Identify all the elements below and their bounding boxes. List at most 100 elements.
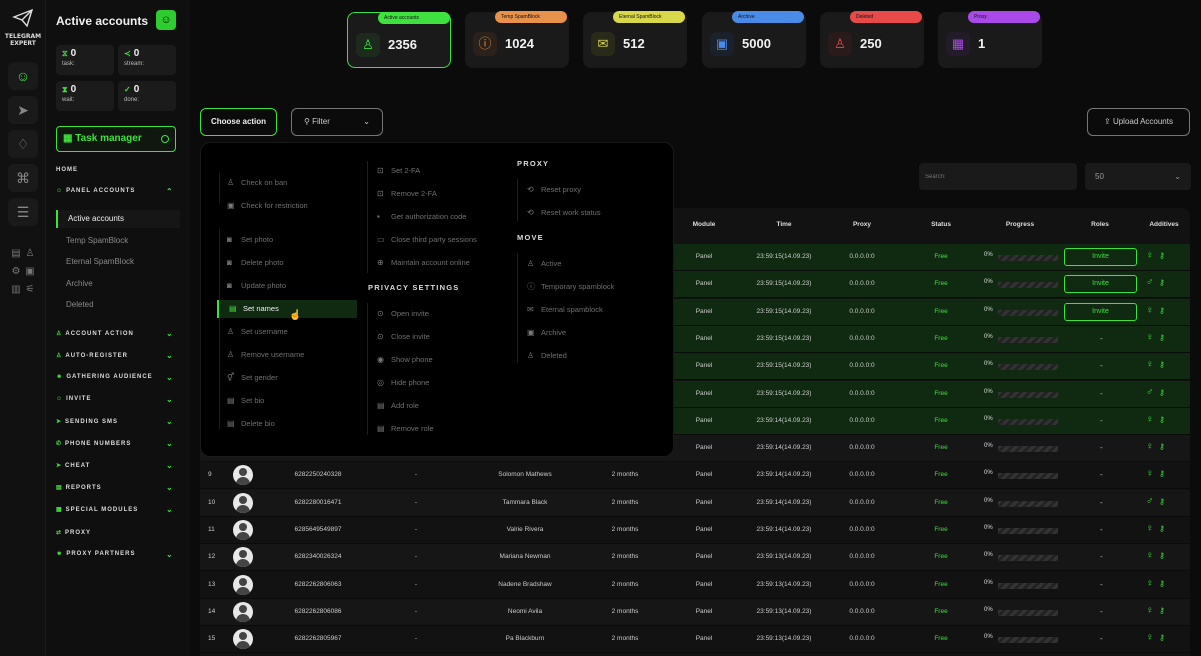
female-icon[interactable]: ♀ <box>1146 250 1154 261</box>
nav-auto-register[interactable]: ♙ AUTO-REGISTER ⌄ <box>56 351 173 360</box>
subnav-archive[interactable]: Archive <box>56 275 180 293</box>
key-icon[interactable]: ⚷ <box>1159 442 1165 451</box>
menu-remove-username[interactable]: ♙ Remove username <box>227 346 304 364</box>
table-row[interactable]: 13 6282262806063 - Nadene Bradshaw 2 months P… <box>200 572 1190 599</box>
nav-gathering-audience[interactable]: ☻ GATHERING AUDIENCE ⌄ <box>56 373 173 382</box>
key-icon[interactable]: ⚷ <box>1159 360 1165 369</box>
table-row[interactable]: 10 6282280016471 - Tammara Black 2 months Pan… <box>200 489 1190 517</box>
menu-show-phone[interactable]: ◉ Show phone <box>377 351 433 369</box>
account-icon-button[interactable]: ☺ <box>156 10 176 30</box>
female-icon[interactable]: ♀ <box>1146 305 1154 316</box>
subnav-temp-spamblock[interactable]: Temp SpamBlock <box>56 232 180 250</box>
menu-set-names[interactable]: ▤ Set names <box>217 300 357 318</box>
menu-close-sessions[interactable]: ▭ Close third party sessions <box>377 231 477 249</box>
nav-cheat[interactable]: ➤ CHEAT ⌄ <box>56 461 173 470</box>
card-temp-spamblock[interactable]: Temp SpamBlock ⓘ 1024 <box>465 11 569 68</box>
key-icon[interactable]: ⚷ <box>1159 278 1165 287</box>
female-icon[interactable]: ♀ <box>1146 359 1154 370</box>
filter-mini-icon[interactable]: ⚟ <box>24 284 36 296</box>
menu-maintain-online[interactable]: ⊕ Maintain account online <box>377 254 470 272</box>
task-manager-button[interactable]: ▦ Task manager <box>56 126 176 152</box>
female-icon[interactable]: ♀ <box>1146 550 1154 561</box>
key-icon[interactable]: ⚷ <box>1159 333 1165 342</box>
per-page-select[interactable]: 50 ⌄ <box>1085 163 1191 190</box>
card-deleted[interactable]: Deleted ♙ 250 <box>820 11 924 68</box>
key-icon[interactable]: ⚷ <box>1159 524 1165 533</box>
menu-move-eternal-spamblock[interactable]: ✉ Eternal spamblock <box>527 301 603 319</box>
female-icon[interactable]: ♀ <box>1146 441 1154 452</box>
key-icon[interactable]: ⚷ <box>1159 251 1165 260</box>
user-mini-icon[interactable]: ♙ <box>24 248 36 260</box>
male-icon[interactable]: ♂ <box>1146 496 1154 507</box>
female-icon[interactable]: ♀ <box>1146 578 1154 589</box>
menu-delete-bio[interactable]: ▤ Delete bio <box>227 415 275 433</box>
table-row[interactable]: 15 6282262805967 - Pa Blackburn 2 months Pane… <box>200 626 1190 654</box>
nav-special-modules[interactable]: ▦ SPECIAL MODULES ⌄ <box>56 505 173 514</box>
send-nav-icon[interactable]: ➤ <box>8 96 38 124</box>
key-icon[interactable]: ⚷ <box>1159 469 1165 478</box>
card-archive[interactable]: Archive ▣ 5000 <box>702 11 806 68</box>
nav-home[interactable]: HOME <box>56 167 78 173</box>
command-nav-icon[interactable]: ⌘ <box>8 164 38 192</box>
female-icon[interactable]: ♀ <box>1146 332 1154 343</box>
card-active-accounts[interactable]: Active accounts ♙ 2356 <box>347 12 451 68</box>
nav-account-action[interactable]: ♙ ACCOUNT ACTION ⌄ <box>56 329 173 338</box>
key-icon[interactable]: ⚷ <box>1159 606 1165 615</box>
menu-hide-phone[interactable]: ◎ Hide phone <box>377 374 429 392</box>
menu-open-invite[interactable]: ⊙ Open invite <box>377 305 429 323</box>
invite-role-button[interactable]: Invite <box>1064 248 1137 266</box>
menu-move-archive[interactable]: ▣ Archive <box>527 324 566 342</box>
nav-reports[interactable]: ▤ REPORTS ⌄ <box>56 483 173 492</box>
menu-set-username[interactable]: ♙ Set username <box>227 323 288 341</box>
menu-delete-photo[interactable]: ◙ Delete photo <box>227 254 284 272</box>
table-row[interactable]: 11 6285649549897 - Valrie Rivera 2 months Pan… <box>200 517 1190 544</box>
menu-set-2fa[interactable]: ⊡ Set 2-FA <box>377 162 420 180</box>
menu-check-on-ban[interactable]: ♙ Check on ban <box>227 174 287 192</box>
key-icon[interactable]: ⚷ <box>1159 579 1165 588</box>
menu-update-photo[interactable]: ◙ Update photo <box>227 277 286 295</box>
menu-reset-proxy[interactable]: ⟲ Reset proxy <box>527 181 581 199</box>
menu-close-invite[interactable]: ⊙ Close invite <box>377 328 430 346</box>
table-row[interactable]: 12 6282340026324 - Mariana Newman 2 months Pa… <box>200 544 1190 572</box>
key-icon[interactable]: ⚷ <box>1159 306 1165 315</box>
menu-remove-role[interactable]: ▤ Remove role <box>377 420 434 438</box>
subnav-eternal-spamblock[interactable]: Eternal SpamBlock <box>56 253 180 271</box>
female-icon[interactable]: ♀ <box>1146 632 1154 643</box>
menu-set-gender[interactable]: ⚥ Set gender <box>227 369 278 387</box>
upload-accounts-button[interactable]: ⇪ Upload Accounts <box>1087 108 1190 136</box>
card-eternal-spamblock[interactable]: Eternal SpamBlock ✉ 512 <box>583 11 687 68</box>
diamond-nav-icon[interactable]: ♢ <box>8 130 38 158</box>
nav-invite[interactable]: ☺ INVITE ⌄ <box>56 395 173 404</box>
nav-panel-accounts[interactable]: ☺ PANEL ACCOUNTS ⌃ <box>56 187 173 196</box>
list-mini-icon[interactable]: ▤ <box>10 248 22 260</box>
card-proxy[interactable]: Proxy ▦ 1 <box>938 11 1042 68</box>
search-input[interactable] <box>919 163 1077 190</box>
menu-get-auth-code[interactable]: ▪ Get authorization code <box>377 208 466 226</box>
table-row[interactable]: 9 6282250240328 - Solomon Mathews 2 months Pa… <box>200 462 1190 490</box>
key-icon[interactable]: ⚷ <box>1159 415 1165 424</box>
table-row[interactable]: 14 6282262806086 - Neomi Avila 2 months Panel… <box>200 598 1190 626</box>
subnav-active-accounts[interactable]: Active accounts <box>56 210 180 228</box>
menu-set-bio[interactable]: ▤ Set bio <box>227 392 264 410</box>
menu-move-temp-spamblock[interactable]: ⓘ Temporary spamblock <box>527 278 614 296</box>
card-mini-icon[interactable]: ▣ <box>24 266 36 278</box>
male-icon[interactable]: ♂ <box>1146 387 1154 398</box>
male-icon[interactable]: ♂ <box>1146 277 1154 288</box>
invite-role-button[interactable]: Invite <box>1064 275 1137 294</box>
choose-action-button[interactable]: Choose action <box>200 108 277 136</box>
doc-mini-icon[interactable]: ▥ <box>10 284 22 296</box>
settings-mini-icon[interactable]: ⚙ <box>10 266 22 278</box>
invite-role-button[interactable]: Invite <box>1064 302 1137 321</box>
menu-remove-2fa[interactable]: ⊡ Remove 2-FA <box>377 185 437 203</box>
filter-button[interactable]: ⚲ Filter ⌄ <box>291 108 383 136</box>
nav-proxy[interactable]: ⇄ PROXY <box>56 529 91 536</box>
female-icon[interactable]: ♀ <box>1146 523 1154 534</box>
menu-check-restriction[interactable]: ▣ Check for restriction <box>227 197 308 215</box>
database-nav-icon[interactable]: ☰ <box>8 198 38 226</box>
menu-move-deleted[interactable]: ♙ Deleted <box>527 347 567 365</box>
female-icon[interactable]: ♀ <box>1146 605 1154 616</box>
menu-add-role[interactable]: ▤ Add role <box>377 397 419 415</box>
accounts-nav-icon[interactable]: ☺ <box>8 62 38 90</box>
nav-sending-sms[interactable]: ➤ SENDING SMS ⌄ <box>56 417 173 426</box>
nav-phone-numbers[interactable]: ✆ PHONE NUMBERS ⌄ <box>56 439 173 448</box>
